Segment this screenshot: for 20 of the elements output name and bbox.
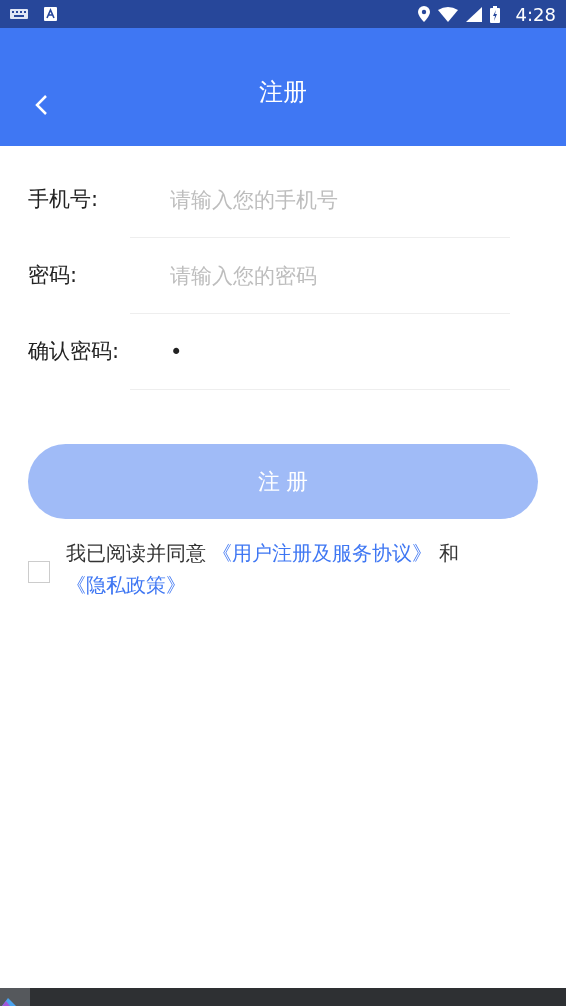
input-field[interactable]: 请输入您的密码 [130, 238, 510, 314]
clock-time: 4:28 [515, 2, 556, 27]
battery-charging-icon [489, 5, 500, 23]
location-icon [417, 6, 430, 22]
input-field[interactable]: 请输入您的手机号 [130, 162, 510, 238]
agreement-link[interactable]: 《隐私政策》 [66, 573, 186, 597]
field-label: 手机号: [28, 186, 100, 214]
agreement-link[interactable]: 《用户注册及服务协议》 [212, 541, 433, 565]
page-title: 注册 [259, 77, 307, 108]
keyboard-icon [10, 9, 28, 19]
agreement-checkbox[interactable] [28, 561, 50, 583]
app-icon [44, 7, 57, 21]
input-field[interactable]: • [130, 314, 510, 390]
field-label: 密码: [28, 262, 79, 290]
signal-icon [465, 6, 482, 22]
back-icon [34, 94, 48, 116]
field-label: 确认密码: [28, 338, 121, 366]
wifi-icon [437, 6, 458, 22]
agreement-text: 我已阅读并同意 《用户注册及服务协议》 和 《隐私政策》 [66, 540, 460, 599]
app-icon[interactable] [0, 988, 30, 1006]
